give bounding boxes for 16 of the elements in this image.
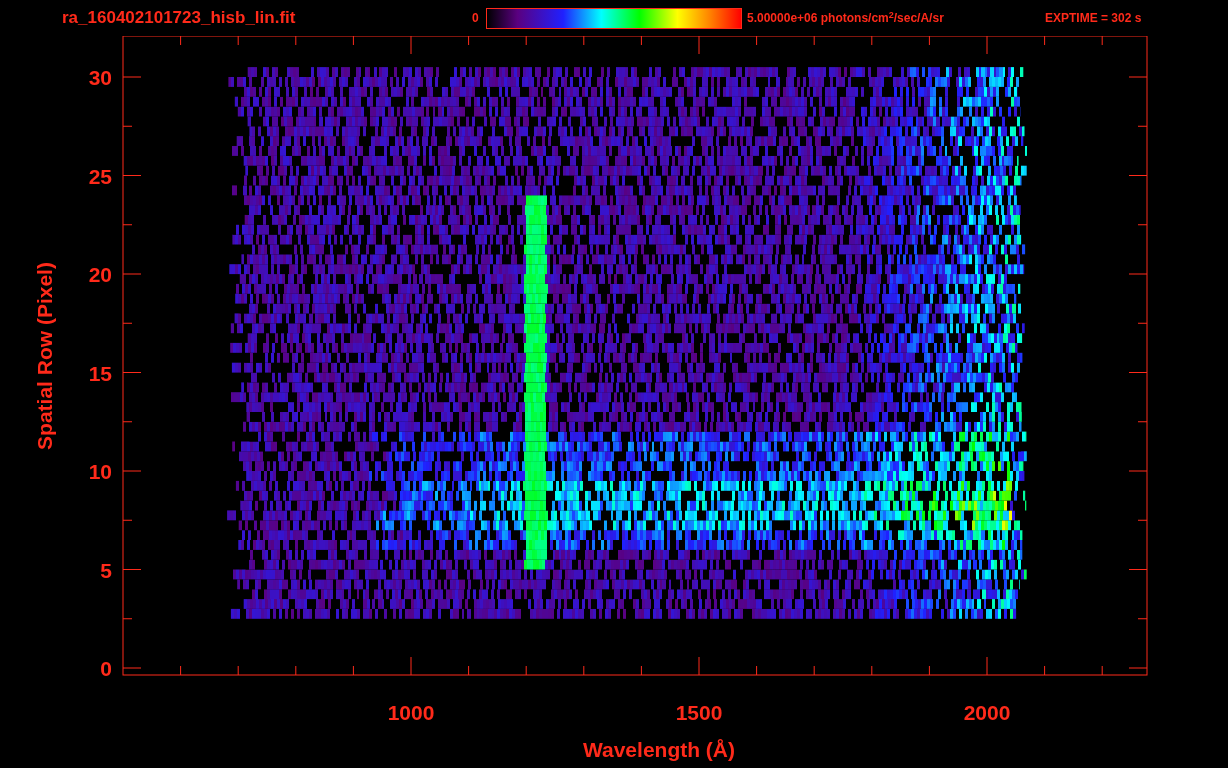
y-axis-label: Spatial Row (Pixel) xyxy=(33,262,56,450)
y-tick-label: 5 xyxy=(100,558,112,582)
x-tick-label: 2000 xyxy=(963,701,1011,724)
y-tick-label: 20 xyxy=(88,263,112,286)
exposure-time-label: EXPTIME = 302 s xyxy=(1045,10,1142,27)
colorbar-min-label: 0 xyxy=(472,10,480,27)
y-tick-label: 30 xyxy=(88,66,112,89)
x-axis-label: Wavelength (Å) xyxy=(582,738,736,761)
colorbar-max-label: 5.00000e+06 photons/cm$^{2}$/sec/A/sr xyxy=(747,9,945,27)
x-tick-label: 1500 xyxy=(675,701,723,724)
y-tick-label: 15 xyxy=(88,361,112,385)
y-tick-label: 0 xyxy=(100,657,112,680)
y-tick-label: 25 xyxy=(88,164,112,188)
y-tick-label: 10 xyxy=(88,460,112,483)
plot-title: ra_160402101723_hisb_lin.fit xyxy=(62,7,297,30)
x-tick-label: 1000 xyxy=(387,701,435,724)
